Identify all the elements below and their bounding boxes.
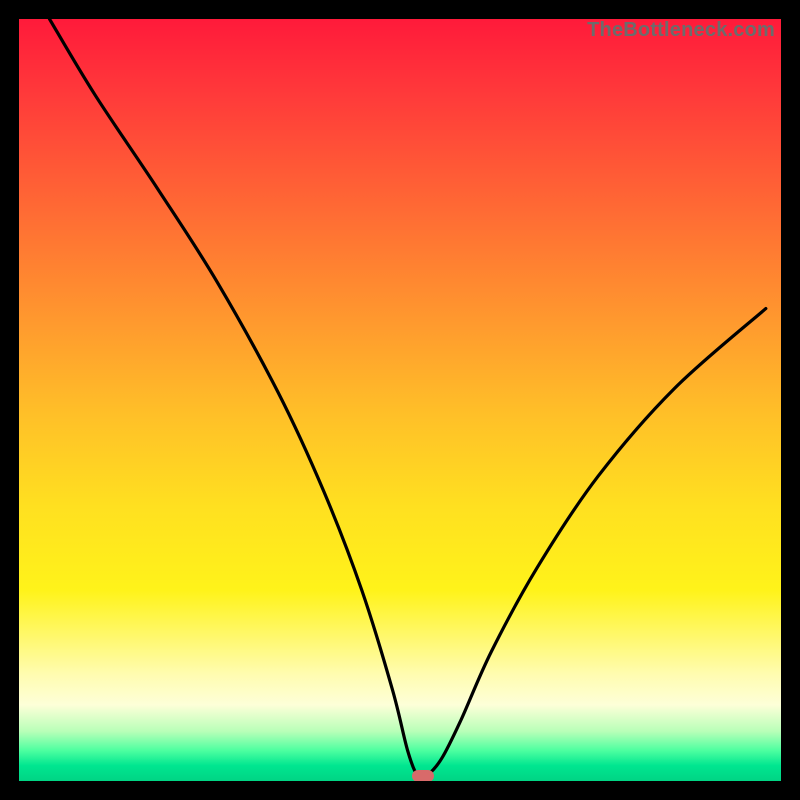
plot-area: TheBottleneck.com: [19, 19, 781, 781]
minimum-marker: [412, 770, 434, 781]
bottleneck-curve: [19, 19, 781, 781]
watermark-text: TheBottleneck.com: [587, 19, 775, 42]
chart-frame: TheBottleneck.com: [0, 0, 800, 800]
